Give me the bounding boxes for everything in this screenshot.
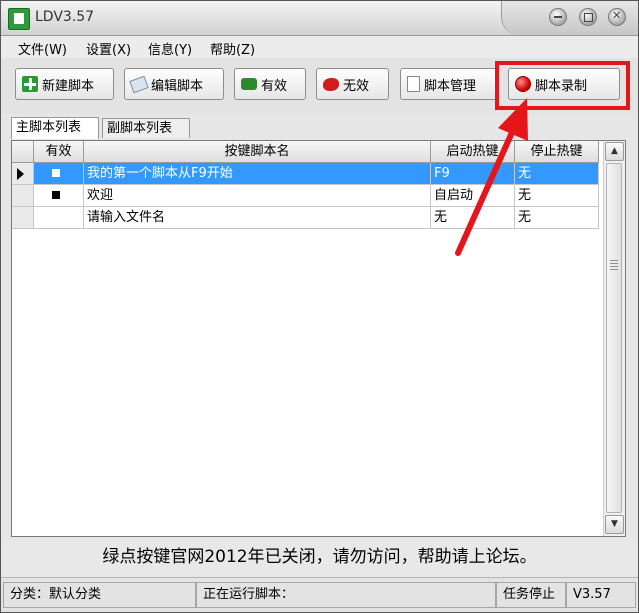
toolbar: 新建脚本 编辑脚本 有效 无效 脚本管理 脚本录制: [1, 58, 638, 114]
header-stop-hotkey[interactable]: 停止热键: [515, 141, 599, 163]
script-name-cell[interactable]: 欢迎: [84, 185, 431, 207]
close-icon[interactable]: [608, 8, 626, 26]
stop-hotkey-cell[interactable]: 无: [515, 163, 599, 185]
valid-label: 有效: [261, 78, 288, 94]
row-indicator: [12, 207, 34, 229]
invalid-button[interactable]: 无效: [316, 68, 389, 100]
menu-help[interactable]: 帮助(Z): [210, 39, 255, 58]
highlight-box: [495, 61, 630, 110]
row-pointer-icon: [17, 168, 24, 180]
valid-cell[interactable]: [34, 163, 84, 185]
tab-strip: 主脚本列表 副脚本列表: [1, 114, 638, 140]
status-running-script: 正在运行脚本：: [196, 582, 496, 608]
header-start-hotkey[interactable]: 启动热键: [431, 141, 515, 163]
thumb-grip: [610, 260, 618, 261]
tab-main-scripts[interactable]: 主脚本列表: [11, 117, 99, 139]
vertical-scrollbar[interactable]: ▲ ▼: [603, 141, 625, 536]
title-bar[interactable]: LDV3.57: [1, 1, 638, 36]
start-hotkey-cell[interactable]: F9: [431, 163, 515, 185]
menu-settings[interactable]: 设置(X): [86, 39, 131, 58]
scroll-down-icon[interactable]: ▼: [605, 515, 624, 534]
app-window: LDV3.57 文件(W) 设置(X) 信息(Y) 帮助(Z) 新建脚本 编辑脚…: [0, 0, 639, 613]
valid-marker: [52, 169, 60, 177]
edit-script-button[interactable]: 编辑脚本: [124, 68, 224, 100]
status-task: 任务停止: [496, 582, 566, 608]
script-name-cell[interactable]: 请输入文件名: [84, 207, 431, 229]
valid-cell[interactable]: [34, 185, 84, 207]
invalid-label: 无效: [343, 78, 370, 94]
valid-cell[interactable]: [34, 207, 84, 229]
header-script-name[interactable]: 按键脚本名: [84, 141, 431, 163]
script-manage-label: 脚本管理: [424, 78, 477, 94]
valid-button[interactable]: 有效: [234, 68, 306, 100]
thumb-grip: [610, 269, 618, 270]
script-manage-button[interactable]: 脚本管理: [400, 68, 498, 100]
menu-file[interactable]: 文件(W): [18, 39, 67, 58]
scroll-thumb[interactable]: [606, 163, 622, 513]
tag-icon: [129, 75, 149, 93]
new-script-label: 新建脚本: [42, 78, 95, 94]
status-version: V3.57: [566, 582, 636, 608]
edit-script-label: 编辑脚本: [151, 78, 204, 94]
row-indicator: [12, 185, 34, 207]
table-row[interactable]: 请输入文件名 无 无: [12, 207, 603, 229]
document-icon: [407, 76, 420, 92]
plus-icon: [22, 76, 38, 92]
header-valid[interactable]: 有效: [34, 141, 84, 163]
scroll-up-icon[interactable]: ▲: [605, 142, 624, 161]
thumb-grip: [610, 266, 618, 267]
menu-bar: 文件(W) 设置(X) 信息(Y) 帮助(Z): [1, 36, 638, 58]
tab-secondary-scripts[interactable]: 副脚本列表: [102, 118, 190, 138]
start-hotkey-cell[interactable]: 自启动: [431, 185, 515, 207]
minimize-icon[interactable]: [549, 8, 567, 26]
table-row[interactable]: 欢迎 自启动 无: [12, 185, 603, 207]
status-bar: 分类：默认分类 正在运行脚本： 任务停止 V3.57: [1, 577, 638, 612]
stop-hotkey-cell[interactable]: 无: [515, 207, 599, 229]
row-indicator: [12, 163, 34, 185]
script-name-cell[interactable]: 我的第一个脚本从F9开始: [84, 163, 431, 185]
invalid-icon: [323, 77, 339, 91]
table-header: 有效 按键脚本名 启动热键 停止热键: [12, 141, 603, 163]
window-title: LDV3.57: [35, 9, 95, 25]
maximize-icon[interactable]: [579, 8, 597, 26]
table-row[interactable]: 我的第一个脚本从F9开始 F9 无: [12, 163, 603, 185]
app-icon: [8, 8, 30, 30]
script-table: 有效 按键脚本名 启动热键 停止热键 我的第一个脚本从F9开始 F9 无 欢迎 …: [11, 140, 626, 537]
start-hotkey-cell[interactable]: 无: [431, 207, 515, 229]
valid-icon: [241, 78, 257, 90]
thumb-grip: [610, 263, 618, 264]
menu-info[interactable]: 信息(Y): [148, 39, 192, 58]
stop-hotkey-cell[interactable]: 无: [515, 185, 599, 207]
notice-text: 绿点按键官网2012年已关闭，请勿访问，帮助请上论坛。: [1, 539, 638, 575]
status-category: 分类：默认分类: [3, 582, 196, 608]
new-script-button[interactable]: 新建脚本: [15, 68, 114, 100]
header-indicator: [12, 141, 34, 163]
valid-marker: [52, 191, 60, 199]
